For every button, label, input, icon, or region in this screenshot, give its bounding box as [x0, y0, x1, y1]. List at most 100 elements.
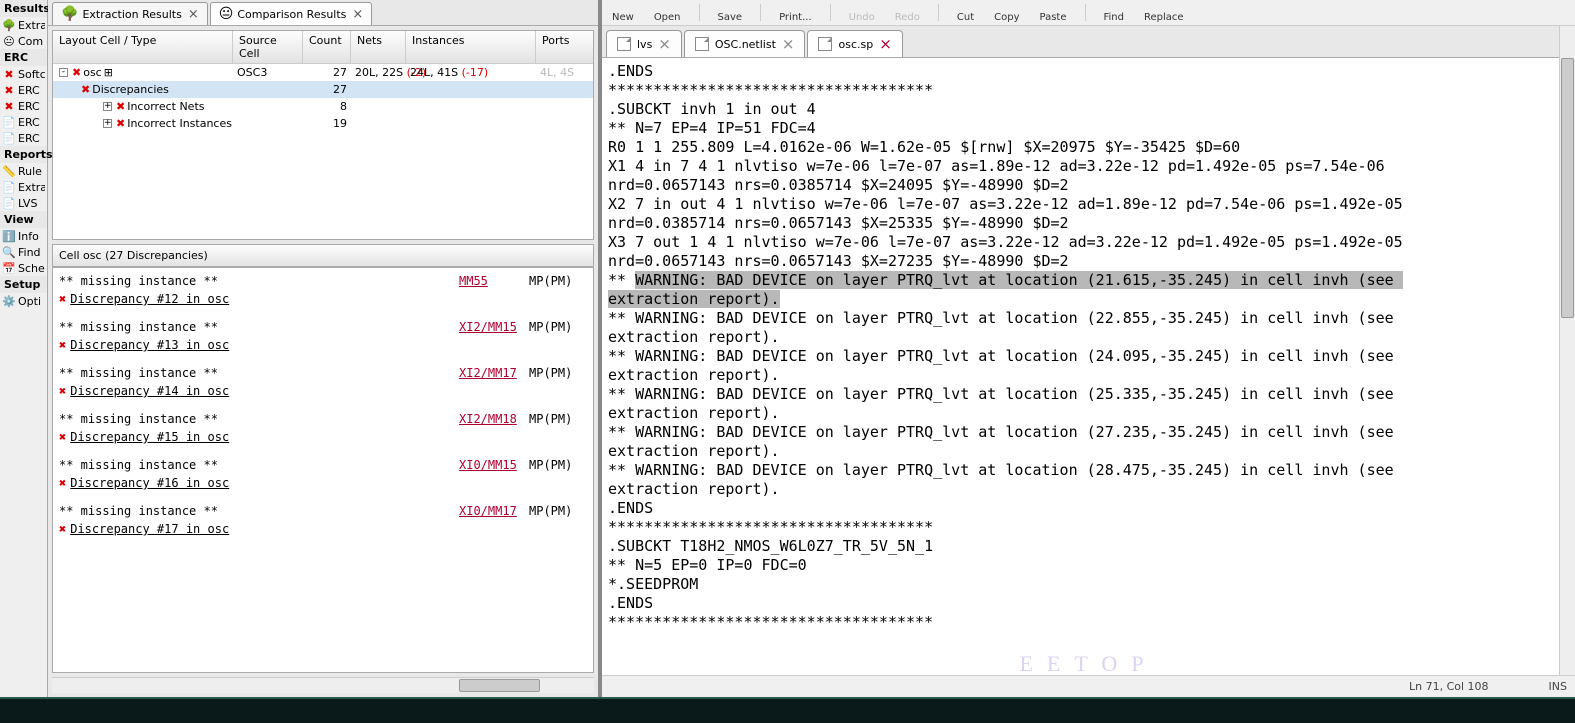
v-scrollbar[interactable] [1559, 26, 1575, 675]
toolbar-copy[interactable]: Copy [990, 12, 1023, 25]
toolbar-print[interactable]: Print... [775, 12, 816, 25]
column-header[interactable]: Source Cell [233, 31, 303, 63]
x-icon: ✖ [2, 99, 16, 113]
discrepancy-block: ** missing instance **XI0/MM15 MP(PM)✖Di… [53, 456, 593, 492]
instance-ref[interactable]: MM55 [459, 274, 529, 288]
tree-header: Layout Cell / TypeSource CellCountNetsIn… [53, 31, 593, 64]
h-scrollbar[interactable] [52, 677, 594, 693]
x-icon: ✖ [59, 430, 66, 444]
x-icon: ✖ [59, 384, 66, 398]
result-tabs: 🌳Extraction Results×😐Comparison Results× [48, 0, 598, 26]
close-icon[interactable]: × [658, 35, 671, 53]
x-icon: ✖ [2, 67, 16, 81]
instance-ref[interactable]: XI0/MM17 [459, 504, 529, 518]
toolbar-cut[interactable]: Cut [953, 12, 978, 25]
x-icon: ✖ [59, 292, 66, 306]
tree-toggle[interactable]: + [103, 102, 112, 111]
discrepancy-link[interactable]: Discrepancy #16 in osc [70, 476, 229, 490]
sidebar-item-erc[interactable]: ✖ERC [0, 98, 47, 114]
toolbar-redo: Redo [891, 12, 924, 25]
sidebar-item-extra[interactable]: 🌳Extra [0, 17, 47, 33]
sidebar-heading: Reports [0, 146, 47, 163]
tree-row[interactable]: -✖ osc ⊞OSC32720L, 22S (-2)24L, 41S (-17… [53, 64, 593, 81]
column-header[interactable]: Nets [351, 31, 406, 63]
doc-icon: 📄 [2, 180, 16, 194]
sidebar-item-lvs[interactable]: 📄LVS [0, 195, 47, 211]
x-icon: ✖ [72, 66, 81, 79]
instance-ref[interactable]: XI2/MM18 [459, 412, 529, 426]
x-icon: ✖ [2, 83, 16, 97]
close-icon[interactable]: × [352, 7, 363, 22]
editor-tab-oscsp[interactable]: osc.sp× [807, 30, 902, 57]
discrepancy-link[interactable]: Discrepancy #17 in osc [70, 522, 229, 536]
toolbar-open[interactable]: Open [650, 12, 685, 25]
editor-tab-lvs[interactable]: lvs× [606, 30, 682, 57]
x-icon: ✖ [81, 83, 90, 96]
toolbar-new[interactable]: New [608, 12, 638, 25]
sidebar-item-opti[interactable]: ⚙️Opti [0, 293, 47, 309]
gear-icon: ⚙️ [2, 294, 16, 308]
editor-tabs: lvs×OSC.netlist×osc.sp× [602, 26, 1575, 58]
tree-row[interactable]: ✖ Discrepancies27 [53, 81, 593, 98]
bottom-strip [0, 697, 1575, 723]
sidebar-heading: Results [0, 0, 47, 17]
doc-icon: 📄 [2, 115, 16, 129]
tab-extraction-results[interactable]: 🌳Extraction Results× [52, 2, 208, 25]
sidebar-item-rule[interactable]: 📏Rule [0, 163, 47, 179]
instance-ref[interactable]: XI2/MM17 [459, 366, 529, 380]
sidebar-item-erc[interactable]: 📄ERC [0, 130, 47, 146]
sidebar-item-softc[interactable]: ✖Softc [0, 66, 47, 82]
tree-icon: 🌳 [61, 6, 78, 22]
tree-icon: 🌳 [2, 18, 16, 32]
column-header[interactable]: Ports [536, 31, 594, 63]
face-icon: 😐 [2, 34, 16, 48]
sidebar-item-erc[interactable]: ✖ERC [0, 82, 47, 98]
tree-row[interactable]: +✖ Incorrect Nets8 [53, 98, 593, 115]
sidebar-item-info[interactable]: ℹ️Info [0, 228, 47, 244]
cursor-position: Ln 71, Col 108 [1409, 680, 1489, 693]
sidebar-item-sche[interactable]: 📅Sche [0, 260, 47, 276]
toolbar-save[interactable]: Save [714, 12, 747, 25]
column-header[interactable]: Layout Cell / Type [53, 31, 233, 63]
discrepancy-header: Cell osc (27 Discrepancies) [52, 244, 594, 267]
tree-toggle[interactable]: - [59, 68, 68, 77]
sidebar-item-erc[interactable]: 📄ERC [0, 114, 47, 130]
left-sidebar: Results🌳Extra😐ComERC✖Softc✖ERC✖ERC📄ERC📄E… [0, 0, 48, 697]
discrepancy-block: ** missing instance **XI2/MM15 MP(PM)✖Di… [53, 318, 593, 354]
discrepancy-list[interactable]: ** missing instance **MM55 MP(PM)✖Discre… [52, 267, 594, 673]
editor-body[interactable]: .ENDS **********************************… [602, 58, 1575, 675]
find-icon: 🔍 [2, 245, 16, 259]
sidebar-item-find[interactable]: 🔍Find [0, 244, 47, 260]
discrepancy-link[interactable]: Discrepancy #13 in osc [70, 338, 229, 352]
discrepancy-link[interactable]: Discrepancy #12 in osc [70, 292, 229, 306]
close-icon[interactable]: × [782, 35, 795, 53]
toolbar-replace[interactable]: Replace [1140, 12, 1188, 25]
instance-ref[interactable]: XI2/MM15 [459, 320, 529, 334]
x-icon: ✖ [59, 338, 66, 352]
column-header[interactable]: Instances [406, 31, 536, 63]
x-icon: ✖ [116, 117, 125, 130]
x-icon: ✖ [116, 100, 125, 113]
close-icon[interactable]: × [879, 35, 892, 53]
sidebar-heading: ERC [0, 49, 47, 66]
editor-panel: NewOpenSavePrint...UndoRedoCutCopyPasteF… [602, 0, 1575, 697]
editor-tab-OSCnetlist[interactable]: OSC.netlist× [684, 30, 806, 57]
editor-toolbar: NewOpenSavePrint...UndoRedoCutCopyPasteF… [602, 0, 1575, 26]
tree-panel: Layout Cell / TypeSource CellCountNetsIn… [52, 30, 594, 240]
document-icon [695, 37, 709, 51]
x-icon: ✖ [59, 522, 66, 536]
discrepancy-block: ** missing instance **MM55 MP(PM)✖Discre… [53, 272, 593, 308]
tree-toggle[interactable]: + [103, 119, 112, 128]
insert-mode: INS [1549, 680, 1567, 693]
toolbar-find[interactable]: Find [1100, 12, 1129, 25]
tab-comparison-results[interactable]: 😐Comparison Results× [210, 2, 373, 25]
tree-row[interactable]: +✖ Incorrect Instances19 [53, 115, 593, 132]
close-icon[interactable]: × [188, 7, 199, 22]
toolbar-paste[interactable]: Paste [1036, 12, 1071, 25]
column-header[interactable]: Count [303, 31, 351, 63]
discrepancy-link[interactable]: Discrepancy #15 in osc [70, 430, 229, 444]
sidebar-item-com[interactable]: 😐Com [0, 33, 47, 49]
sidebar-item-extra[interactable]: 📄Extra [0, 179, 47, 195]
instance-ref[interactable]: XI0/MM15 [459, 458, 529, 472]
discrepancy-link[interactable]: Discrepancy #14 in osc [70, 384, 229, 398]
